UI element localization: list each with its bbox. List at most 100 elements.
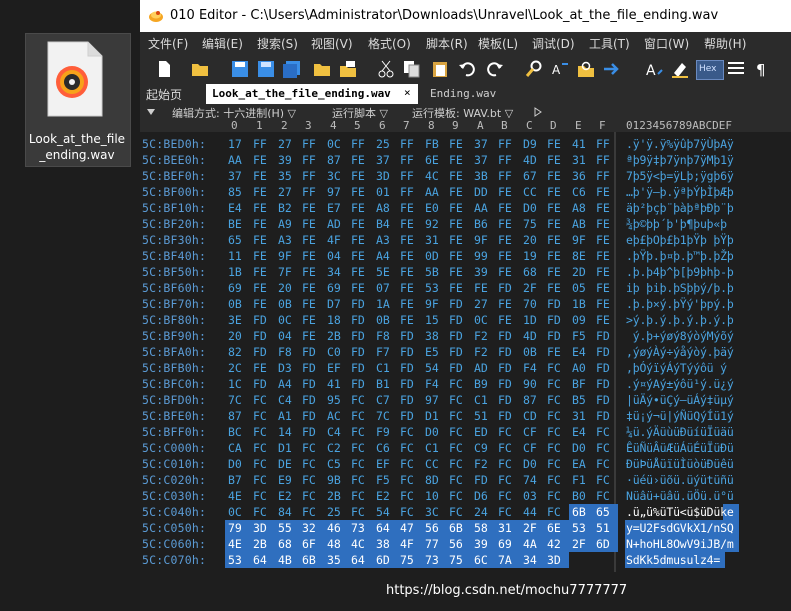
hex-byte[interactable]: FF [302, 169, 316, 183]
hex-byte[interactable]: FE [449, 233, 463, 247]
hex-byte[interactable]: FE [547, 249, 561, 263]
new-file-icon[interactable] [154, 60, 174, 78]
hex-byte[interactable]: E4 [572, 345, 586, 359]
hex-byte[interactable]: 4A [523, 537, 537, 551]
hex-byte[interactable]: FF [498, 169, 512, 183]
hex-byte[interactable]: 09 [572, 313, 586, 327]
menu-file[interactable]: 文件(F) [148, 35, 188, 52]
menu-edit[interactable]: 编辑(E) [202, 35, 243, 52]
hex-byte[interactable]: FE [547, 217, 561, 231]
hex-byte[interactable]: FC [253, 473, 267, 487]
hex-byte[interactable]: FC [547, 489, 561, 503]
hex-byte[interactable]: 6B [449, 521, 463, 535]
hex-byte[interactable]: CC [523, 185, 537, 199]
template-run-icon[interactable] [534, 107, 542, 117]
hex-byte[interactable]: 3D [547, 553, 561, 567]
hex-byte[interactable]: C2 [327, 441, 341, 455]
hex-byte[interactable]: 0B [278, 297, 292, 311]
hex-byte[interactable]: D0 [425, 425, 439, 439]
hex-byte[interactable]: FD [302, 409, 316, 423]
hex-row[interactable]: 5C:BEE0h: AA FE 39 FF 87 FE 37 FF 6E FE 37 FF 4D FE 31 F… [140, 152, 791, 168]
tab-active-file[interactable]: Look_at_the_file_ending.wav × [206, 84, 418, 104]
row-ascii[interactable]: .þ.þ×ý.þŸý'þpý.þ [626, 297, 734, 311]
hex-byte[interactable]: 4E [228, 489, 242, 503]
hex-byte[interactable]: FF [400, 153, 414, 167]
hex-byte[interactable]: 0D [425, 249, 439, 263]
hex-byte[interactable]: 87 [228, 409, 242, 423]
hex-byte[interactable]: FF [400, 169, 414, 183]
hex-byte[interactable]: FE [498, 201, 512, 215]
hex-byte[interactable]: 2C [228, 361, 242, 375]
hex-byte[interactable]: FE [400, 217, 414, 231]
hex-byte[interactable]: FC [449, 473, 463, 487]
hex-byte[interactable]: FC [351, 489, 365, 503]
row-ascii[interactable]: …þ'ÿ—þ.ÿªþÝþÌþÆþ [626, 185, 734, 199]
hex-byte[interactable]: FC [302, 505, 316, 519]
row-ascii[interactable]: ªþ9ÿ‡þ7ÿnþ7ÿMþ1ÿ [626, 153, 734, 167]
hex-byte[interactable]: 46 [327, 521, 341, 535]
hex-byte[interactable]: 4F [400, 537, 414, 551]
hex-byte[interactable]: 7C [228, 393, 242, 407]
hex-byte[interactable]: A1 [278, 409, 292, 423]
row-ascii[interactable]: .þŸþ.þ¤þ.þ™þ.þŽþ [626, 249, 734, 263]
hex-byte[interactable]: 07 [376, 281, 390, 295]
hex-byte[interactable]: 27 [278, 137, 292, 151]
hex-byte[interactable]: FE [351, 249, 365, 263]
hex-byte[interactable]: D0 [523, 201, 537, 215]
hex-byte[interactable]: 67 [523, 169, 537, 183]
hex-byte[interactable]: 9B [327, 473, 341, 487]
hex-byte[interactable]: FC [596, 489, 610, 503]
save-as-icon[interactable] [256, 60, 276, 78]
hex-byte[interactable]: 48 [327, 537, 341, 551]
hex-byte[interactable]: 31 [572, 153, 586, 167]
hex-byte[interactable]: FC [400, 489, 414, 503]
hex-byte[interactable]: FE [253, 249, 267, 263]
hex-byte[interactable]: FE [351, 233, 365, 247]
hex-byte[interactable]: 41 [327, 377, 341, 391]
hex-byte[interactable]: F2 [474, 329, 488, 343]
hex-byte[interactable]: 31 [498, 521, 512, 535]
hex-byte[interactable]: BC [228, 425, 242, 439]
hex-byte[interactable]: EA [572, 457, 586, 471]
hex-byte[interactable]: FC [547, 361, 561, 375]
hex-byte[interactable]: CD [523, 409, 537, 423]
hex-byte[interactable]: 9F [474, 233, 488, 247]
hex-byte[interactable]: 4D [523, 153, 537, 167]
hex-byte[interactable]: FC [498, 425, 512, 439]
hex-byte[interactable]: 37 [474, 137, 488, 151]
hex-byte[interactable]: FD [351, 361, 365, 375]
hex-byte[interactable]: F8 [278, 345, 292, 359]
hex-byte[interactable]: B4 [376, 217, 390, 231]
hex-row[interactable]: 5C:BF20h: BE FE A9 FE AD FE B4 FE 92 FE B6 FE 75 FE AB F… [140, 216, 791, 232]
goto-arrow-icon[interactable] [602, 60, 622, 78]
hex-byte[interactable]: 3D [253, 521, 267, 535]
hex-row[interactable]: 5C:C070h: 53 64 4B 6B 35 64 6D 75 73 75 6C 7A 34 3D SdK… [140, 552, 791, 568]
hex-byte[interactable]: F4 [425, 377, 439, 391]
hex-byte[interactable]: 53 [572, 521, 586, 535]
hex-byte[interactable]: FE [596, 201, 610, 215]
hex-byte[interactable]: C7 [376, 393, 390, 407]
hex-byte[interactable]: 39 [474, 265, 488, 279]
hex-byte[interactable]: 69 [498, 537, 512, 551]
hex-byte[interactable]: FC [498, 505, 512, 519]
hex-byte[interactable]: FE [547, 153, 561, 167]
hex-row[interactable]: 5C:BFC0h: 1C FD A4 FD 41 FD B1 FD F4 FC B9 FD 90 FC BF F… [140, 376, 791, 392]
hex-byte[interactable]: FC [449, 409, 463, 423]
hex-byte[interactable]: FC [400, 425, 414, 439]
hex-row[interactable]: 5C:BFB0h: 2C FE D3 FD EF FD C1 FD 54 FD AD FD F4 FC A0 F… [140, 360, 791, 376]
hex-byte[interactable]: 2B [253, 537, 267, 551]
hex-byte[interactable]: 73 [425, 553, 439, 567]
hex-byte[interactable]: C0 [327, 345, 341, 359]
hex-byte[interactable]: D9 [523, 137, 537, 151]
hex-byte[interactable]: FC [547, 377, 561, 391]
hex-byte[interactable]: 5E [376, 265, 390, 279]
row-ascii[interactable]: .ü„ü%üTü<ü$üDüke [626, 505, 734, 519]
hex-byte[interactable]: 64 [351, 553, 365, 567]
hex-byte[interactable]: 1B [572, 297, 586, 311]
row-ascii[interactable]: SdKk5dmusulz4= [626, 553, 720, 567]
hex-byte[interactable]: FE [302, 233, 316, 247]
hex-byte[interactable]: FD [351, 329, 365, 343]
hex-byte[interactable]: AA [474, 201, 488, 215]
hex-byte[interactable]: FE [302, 201, 316, 215]
hex-byte[interactable]: FE [302, 313, 316, 327]
